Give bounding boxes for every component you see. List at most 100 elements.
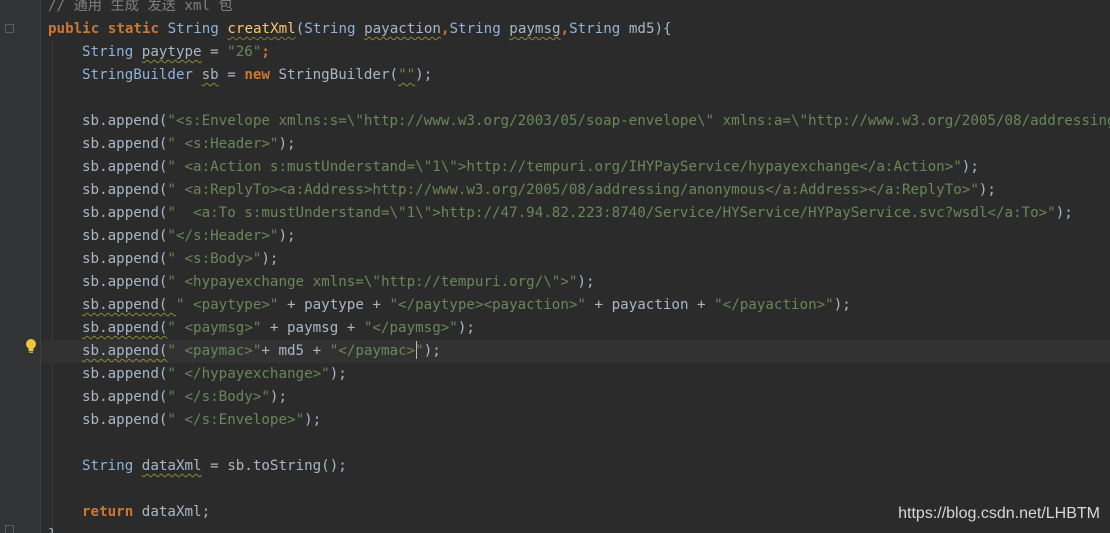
string-literal: "</paymsg>"	[363, 320, 458, 336]
code-editor[interactable]: // 通用 生成 发送 xml 包 public static String c…	[0, 0, 1110, 533]
paren: );	[269, 389, 288, 405]
paren: );	[278, 228, 296, 244]
code-line[interactable]: sb.append(" </s:Envelope>");	[82, 409, 321, 432]
string-literal: " <s:Body>"	[167, 251, 262, 267]
code-line[interactable]: sb.append(" <paymsg>" + paymsg + "</paym…	[82, 317, 475, 340]
code-line[interactable]: sb.append(" <paymac>"+ md5 + "</paymac>"…	[82, 340, 441, 363]
expression: + payaction +	[585, 297, 715, 313]
method-call: sb.append(	[82, 113, 168, 129]
string-literal: "</payaction>"	[714, 297, 834, 313]
method-call: sb.append(	[82, 182, 168, 198]
keyword: public static	[48, 21, 160, 37]
method-call: sb.append(	[82, 274, 168, 290]
code-line[interactable]: sb.append(" <s:Header>");	[82, 133, 296, 156]
param-name: md5	[628, 21, 655, 37]
operator: =	[218, 67, 245, 83]
string-literal: "</paytype><payaction>"	[389, 297, 586, 313]
paren: );	[423, 343, 441, 359]
param-name: paymsg	[509, 21, 561, 37]
method-call: sb.append(	[82, 412, 168, 428]
fold-marker-icon[interactable]	[5, 525, 14, 533]
code-line[interactable]: sb.append(" <a:Action s:mustUnderstand=\…	[82, 156, 979, 179]
expression: + paymsg +	[261, 320, 364, 336]
method-call: sb.append(	[82, 320, 168, 336]
lightbulb-icon[interactable]	[24, 338, 38, 354]
method-call: sb.append(	[82, 159, 168, 175]
method-call: sb.append(	[82, 205, 168, 221]
expression: = sb.toString();	[201, 458, 347, 474]
string-literal: "</s:Header>"	[167, 228, 279, 244]
type-name: String	[569, 21, 621, 37]
paren: );	[1055, 205, 1073, 221]
string-literal: " <a:Action s:mustUnderstand=\"1\">http:…	[167, 159, 962, 175]
method-call: sb.append(	[82, 136, 168, 152]
string-literal: " <a:ReplyTo><a:Address>http://www.w3.or…	[167, 182, 979, 198]
fold-marker-icon[interactable]	[5, 24, 14, 33]
paren: );	[415, 67, 433, 83]
expression: + md5 +	[261, 343, 330, 359]
type-name: String	[82, 44, 134, 60]
editor-gutter[interactable]	[0, 0, 41, 533]
string-literal: "</paymac>"	[329, 343, 424, 359]
paren: (	[295, 21, 305, 37]
type-name: String	[167, 21, 219, 37]
param-name: payaction	[364, 21, 441, 37]
type-name: StringBuilder	[82, 67, 194, 83]
method-call: sb.append(	[82, 366, 168, 382]
comma: ,	[560, 21, 570, 37]
code-line[interactable]: String paytype = "26";	[82, 41, 270, 64]
indent-guide	[52, 40, 53, 530]
expression: + paytype +	[278, 297, 390, 313]
closing-brace[interactable]: }	[48, 524, 57, 533]
paren: );	[961, 159, 979, 175]
paren: );	[577, 274, 595, 290]
paren: ){	[654, 21, 672, 37]
code-line[interactable]: sb.append("<s:Envelope xmlns:s=\"http://…	[82, 110, 1110, 133]
code-comment[interactable]: // 通用 生成 发送 xml 包	[48, 0, 233, 18]
code-line[interactable]: String dataXml = sb.toString();	[82, 455, 347, 478]
string-literal: " <s:Header>"	[167, 136, 279, 152]
code-line[interactable]: return dataXml;	[82, 501, 210, 524]
code-line[interactable]: sb.append( " <paytype>" + paytype + "</p…	[82, 294, 851, 317]
paren: );	[833, 297, 851, 313]
code-line[interactable]: sb.append(" <a:To s:mustUnderstand=\"1\"…	[82, 202, 1073, 225]
variable-name: paytype	[141, 44, 202, 60]
method-call: sb.append(	[82, 228, 168, 244]
method-name: creatXml	[227, 21, 296, 37]
code-line[interactable]: sb.append(" <hypayexchange xmlns=\"http:…	[82, 271, 595, 294]
paren: );	[329, 366, 347, 382]
string-literal: " <paymac>"	[167, 343, 262, 359]
method-call: sb.append(	[82, 297, 176, 313]
string-literal: " <a:To s:mustUnderstand=\"1\">http://47…	[167, 205, 1056, 221]
keyword: new	[244, 67, 270, 83]
method-call: sb.append(	[82, 343, 168, 359]
method-signature[interactable]: public static String creatXml(String pay…	[48, 18, 672, 41]
code-line[interactable]: sb.append(" <s:Body>");	[82, 248, 278, 271]
operator: =	[201, 44, 228, 60]
string-literal: "26"	[227, 44, 262, 60]
string-literal: " <hypayexchange xmlns=\"http://tempuri.…	[167, 274, 578, 290]
paren: );	[304, 412, 322, 428]
variable-name: dataXml	[141, 458, 202, 474]
watermark: https://blog.csdn.net/LHBTM	[898, 505, 1100, 522]
code-line[interactable]: StringBuilder sb = new StringBuilder("")…	[82, 64, 432, 87]
code-line[interactable]: sb.append(" </s:Body>");	[82, 386, 287, 409]
variable-name: sb	[201, 67, 219, 83]
paren: );	[978, 182, 996, 198]
method-call: sb.append(	[82, 389, 168, 405]
comma: ,	[440, 21, 450, 37]
string-literal: " </hypayexchange>"	[167, 366, 330, 382]
code-line[interactable]: sb.append("</s:Header>");	[82, 225, 296, 248]
string-literal: " </s:Envelope>"	[167, 412, 305, 428]
method-call: sb.append(	[82, 251, 168, 267]
expression: dataXml;	[133, 504, 211, 520]
string-literal: " <paytype>"	[175, 297, 279, 313]
paren: );	[278, 136, 296, 152]
string-literal: ""	[398, 67, 416, 83]
type-name: String	[304, 21, 356, 37]
code-line[interactable]: sb.append(" </hypayexchange>");	[82, 363, 347, 386]
string-literal: " <paymsg>"	[167, 320, 262, 336]
code-line[interactable]: sb.append(" <a:ReplyTo><a:Address>http:/…	[82, 179, 996, 202]
type-name: String	[82, 458, 134, 474]
semicolon: ;	[261, 44, 270, 60]
